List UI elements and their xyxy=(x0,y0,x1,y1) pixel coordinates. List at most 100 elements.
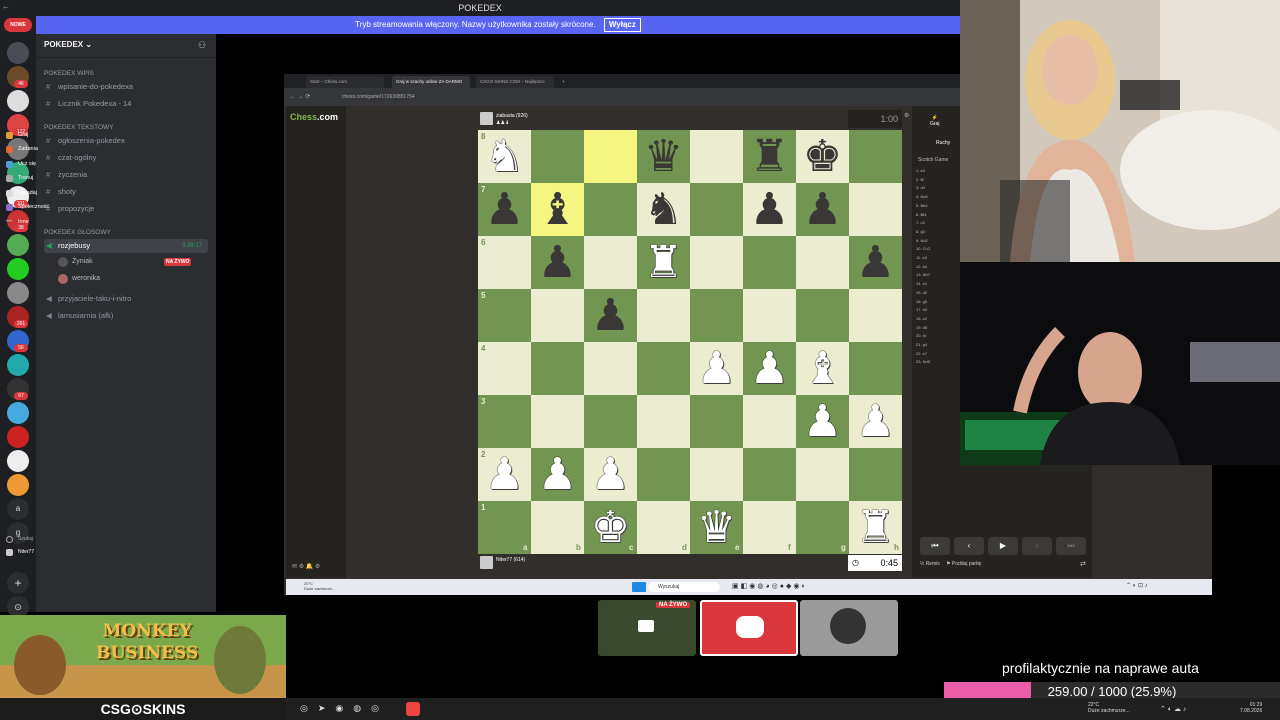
nav-train[interactable]: Trenuj xyxy=(4,172,33,184)
white-rook-piece[interactable]: ♜ xyxy=(637,236,690,289)
board-square[interactable] xyxy=(637,448,690,501)
move-entry[interactable]: 10. O-O xyxy=(916,246,930,251)
board-square[interactable] xyxy=(584,236,637,289)
stream-thumbnail-chess[interactable]: NA ŻYWO xyxy=(598,600,696,656)
board-square[interactable] xyxy=(584,183,637,236)
board-square[interactable] xyxy=(849,342,902,395)
board-square[interactable] xyxy=(478,289,531,342)
board-square[interactable] xyxy=(637,342,690,395)
move-entry[interactable]: 16. g5 xyxy=(916,299,927,304)
inner-search-box[interactable]: Wyszukaj xyxy=(648,582,720,592)
nav-community[interactable]: Społeczność xyxy=(4,201,49,213)
move-entry[interactable]: 22. e7 xyxy=(916,351,927,356)
weather-widget[interactable]: 22°C Duże zachmurze... xyxy=(1088,702,1130,714)
voice-channel-rozjebusy[interactable]: ◀ rozjebusy 3:39:17 xyxy=(44,239,208,253)
new-tab-icon[interactable]: + xyxy=(558,76,570,88)
browser-tab[interactable]: CSGO-SKINS.COM – Najlepsze xyxy=(476,76,554,88)
category-glosowy[interactable]: POKEDEX GŁOSOWY xyxy=(44,229,111,236)
move-entry[interactable]: 18. e2 xyxy=(916,316,927,321)
nav-play[interactable]: Graj xyxy=(4,129,28,141)
board-square[interactable] xyxy=(637,289,690,342)
board-square[interactable] xyxy=(743,448,796,501)
board-square[interactable] xyxy=(849,130,902,183)
channel-wpisanie[interactable]: # wpisanie-do-pokedexa xyxy=(44,80,208,94)
resign-button[interactable]: ⚑ Poddaj partię xyxy=(946,561,981,567)
browser-tab[interactable]: Start – Chess.com xyxy=(306,76,384,88)
channel-ogloszenia[interactable]: # ogłoszenia-pokedex xyxy=(44,134,208,148)
server-icon[interactable] xyxy=(7,282,29,304)
board-square[interactable] xyxy=(531,395,584,448)
board-square[interactable] xyxy=(849,183,902,236)
board-square[interactable] xyxy=(690,448,743,501)
black-pawn-piece[interactable]: ♟ xyxy=(796,183,849,236)
white-pawn-piece[interactable]: ♟ xyxy=(531,448,584,501)
move-entry[interactable]: 6. Bf4 xyxy=(916,212,926,217)
inner-tray-icons[interactable]: ⌃ ◐ ⊡ ♪ xyxy=(1126,582,1148,589)
move-list[interactable]: 1. e4 2. f5 3. d4 4. Nd4 5. Bb4 6. Bf4 7. c3 8.… xyxy=(916,168,960,418)
server-icon[interactable] xyxy=(7,258,29,280)
browser-tab-active[interactable]: Graj w szachy online ZA DARMO xyxy=(392,76,470,88)
stream-thumbnail-user[interactable] xyxy=(800,600,898,656)
last-move-button[interactable]: ⏭ xyxy=(1056,537,1086,555)
white-pawn-piece[interactable]: ♟ xyxy=(796,395,849,448)
move-entry[interactable]: 4. Nd4 xyxy=(916,194,928,199)
move-entry[interactable]: 3. d4 xyxy=(916,185,925,190)
move-entry[interactable]: 19. d5 xyxy=(916,325,927,330)
move-entry[interactable]: 12. b4 xyxy=(916,264,927,269)
move-entry[interactable]: 15. d2 xyxy=(916,290,927,295)
board-square[interactable] xyxy=(849,448,902,501)
board-square[interactable] xyxy=(796,289,849,342)
server-icon[interactable] xyxy=(7,402,29,424)
board-square[interactable] xyxy=(743,289,796,342)
channel-zyczenia[interactable]: # życzenia xyxy=(44,168,208,182)
move-entry[interactable]: 11. e3 xyxy=(916,255,927,260)
search-button[interactable]: Szukaj xyxy=(4,533,33,545)
board-square[interactable] xyxy=(584,395,637,448)
settings-icon[interactable]: ⚙ xyxy=(904,112,909,119)
profile-button[interactable]: Niter77 xyxy=(4,546,34,558)
server-icon[interactable]: a xyxy=(7,498,29,520)
move-entry[interactable]: 5. Bb4 xyxy=(916,203,928,208)
server-header[interactable]: POKEDEX ⌄ xyxy=(36,34,216,58)
draw-button[interactable]: ½ Remis xyxy=(920,561,940,567)
new-badge[interactable]: NOWE xyxy=(4,18,32,32)
nav-arrows-icon[interactable]: ← → ⟳ xyxy=(290,93,310,100)
chess-board[interactable]: ♞ ♛ ♜ ♚ ♟ ♝ ♞ ♟ ♟ ♟ ♜ ♟ ♟ ♟ ♟ ♝ ♟ ♟ ♟ ♟ ♟ ♚ ♛ ♜ 8 7 6 5 4 3 2 1 a b c d e f g h xyxy=(478,130,902,554)
move-entry[interactable]: 9. Nd2 xyxy=(916,238,928,243)
stream-thumbnail-discord[interactable] xyxy=(700,600,798,656)
board-square[interactable] xyxy=(531,342,584,395)
prev-move-button[interactable]: ‹ xyxy=(954,537,984,555)
move-entry[interactable]: 13. Nh7 xyxy=(916,272,930,277)
board-square[interactable] xyxy=(637,395,690,448)
move-entry[interactable]: 14. e1 xyxy=(916,281,927,286)
black-knight-piece[interactable]: ♞ xyxy=(637,183,690,236)
voice-user[interactable]: weronika xyxy=(58,272,100,286)
brave-icon[interactable] xyxy=(406,702,420,716)
tray-icons[interactable]: ⌃ ◐ ☁ ♪ xyxy=(1160,705,1186,713)
black-rook-piece[interactable]: ♜ xyxy=(743,130,796,183)
tab-moves[interactable]: Ruchy xyxy=(936,140,950,146)
black-bishop-piece[interactable]: ♝ xyxy=(531,183,584,236)
black-pawn-piece[interactable]: ♟ xyxy=(584,289,637,342)
move-entry[interactable]: 7. c3 xyxy=(916,220,925,225)
move-entry[interactable]: 21. g4 xyxy=(916,342,927,347)
windows-start-icon[interactable] xyxy=(632,582,646,592)
back-arrow-icon[interactable]: ← xyxy=(2,2,10,11)
white-knight-piece[interactable]: ♞ xyxy=(478,130,531,183)
board-square[interactable] xyxy=(690,236,743,289)
server-icon[interactable] xyxy=(7,90,29,112)
server-icon[interactable] xyxy=(7,450,29,472)
black-queen-piece[interactable]: ♛ xyxy=(637,130,690,183)
board-square[interactable] xyxy=(690,395,743,448)
inner-taskbar-apps[interactable]: ▣◧◉◍◕◎●◆◉◐ xyxy=(732,582,808,590)
nav-puzzles[interactable]: Zadania xyxy=(4,143,38,155)
category-tekstowy[interactable]: POKEDEX Tekstowy xyxy=(44,124,113,131)
next-move-button[interactable]: › xyxy=(1022,537,1052,555)
channel-propozycje[interactable]: # propozycje xyxy=(44,202,208,216)
white-pawn-piece[interactable]: ♟ xyxy=(743,342,796,395)
nav-watch[interactable]: Oglądaj xyxy=(4,187,37,199)
clock[interactable]: 01:29 7.08.2026 xyxy=(1240,702,1262,714)
move-entry[interactable]: 8. g3 xyxy=(916,229,925,234)
white-pawn-piece[interactable]: ♟ xyxy=(584,448,637,501)
board-square[interactable] xyxy=(531,289,584,342)
